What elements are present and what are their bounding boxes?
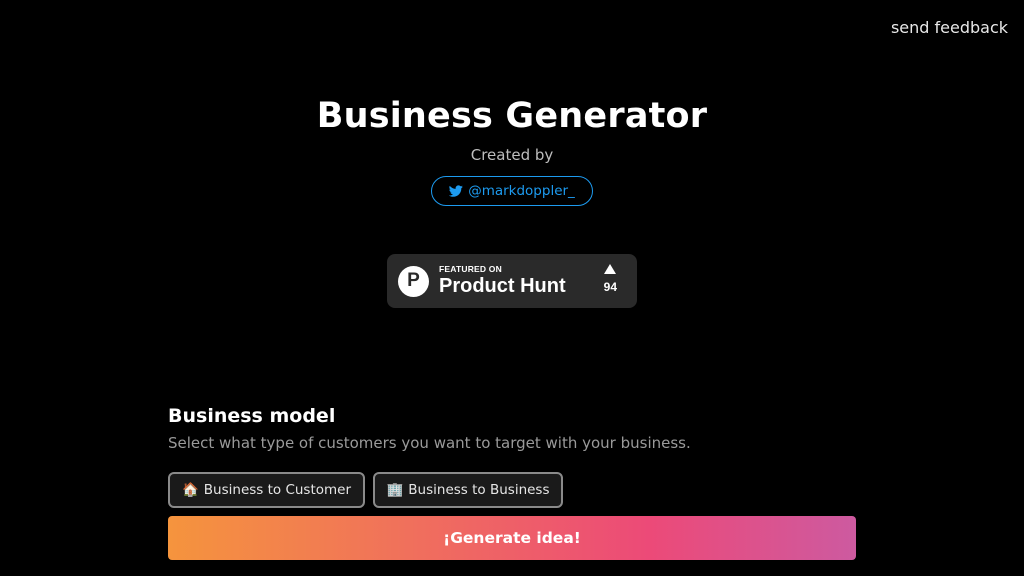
created-by-label: Created by xyxy=(470,146,554,164)
twitter-bird-icon xyxy=(449,185,463,197)
option-label: Business to Customer xyxy=(203,482,352,498)
upvote-arrow-icon xyxy=(604,264,617,274)
product-hunt-votes: 94 xyxy=(604,264,617,294)
page: send feedback Business Generator Created… xyxy=(0,0,1024,576)
vote-count: 94 xyxy=(603,280,617,294)
featured-on-label: FEATURED ON xyxy=(439,264,502,274)
twitter-handle-button[interactable]: @markdoppler_ xyxy=(431,176,593,206)
business-model-title: Business model xyxy=(168,405,336,427)
product-hunt-logo-icon: P xyxy=(398,265,429,297)
twitter-handle-label: @markdoppler_ xyxy=(468,183,575,199)
generate-idea-button[interactable]: ¡Generate idea! xyxy=(168,516,856,560)
page-title: Business Generator xyxy=(316,96,708,136)
office-building-icon: 🏢 xyxy=(386,482,404,498)
option-label: Business to Business xyxy=(408,482,550,498)
business-model-description: Select what type of customers you want t… xyxy=(168,434,691,452)
product-hunt-badge[interactable]: P FEATURED ON Product Hunt 94 xyxy=(387,254,637,308)
send-feedback-link[interactable]: send feedback xyxy=(891,18,1008,37)
product-hunt-text: FEATURED ON Product Hunt xyxy=(439,264,566,298)
house-icon: 🏠 xyxy=(181,482,199,498)
business-to-business-button[interactable]: 🏢 Business to Business xyxy=(373,472,563,508)
business-to-customer-button[interactable]: 🏠 Business to Customer xyxy=(168,472,365,508)
product-hunt-name: Product Hunt xyxy=(439,275,566,297)
